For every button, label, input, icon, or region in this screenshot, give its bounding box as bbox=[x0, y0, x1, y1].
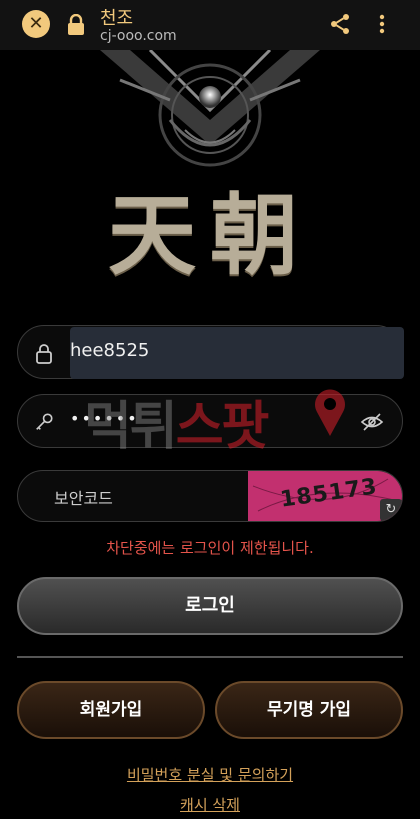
browser-top-bar: ✕ 천조 cj-ooo.com bbox=[0, 0, 420, 50]
watermark-part1: 먹튀 bbox=[84, 397, 178, 457]
captcha-input[interactable]: 보안코드 bbox=[54, 485, 113, 509]
divider bbox=[17, 656, 403, 658]
key-icon bbox=[36, 413, 53, 430]
username-field[interactable]: hee8525 bbox=[17, 325, 404, 379]
username-input[interactable]: hee8525 bbox=[70, 340, 149, 361]
share-icon[interactable] bbox=[328, 12, 352, 36]
captcha-field[interactable]: 보안코드 185173 ↻ bbox=[17, 470, 403, 522]
error-message: 차단중에는 로그인이 제한됩니다. bbox=[106, 539, 314, 557]
watermark-part2: 스팟 bbox=[175, 397, 270, 457]
signup-button[interactable]: 회원가입 bbox=[17, 681, 205, 739]
site-title: 천조 bbox=[100, 8, 134, 29]
anonymous-signup-button[interactable]: 무기명 가입 bbox=[215, 681, 403, 739]
emblem-graphic bbox=[100, 50, 320, 167]
lock-icon bbox=[68, 14, 84, 35]
forgot-password-link[interactable]: 비밀번호 분실 및 문의하기 bbox=[127, 766, 293, 784]
eye-off-icon[interactable] bbox=[360, 410, 384, 434]
refresh-icon[interactable]: ↻ bbox=[380, 499, 402, 521]
forgot-password-link-row: 비밀번호 분실 및 문의하기 bbox=[0, 764, 420, 785]
close-icon[interactable]: ✕ bbox=[22, 10, 50, 38]
watermark: 먹튀스팟 bbox=[84, 384, 270, 459]
clear-cache-link[interactable]: 캐시 삭제 bbox=[180, 796, 240, 814]
captcha-image: 185173 ↻ bbox=[248, 471, 402, 521]
login-button[interactable]: 로그인 bbox=[17, 577, 403, 635]
site-url[interactable]: cj-ooo.com bbox=[100, 28, 177, 44]
logo-text: 天朝 bbox=[107, 183, 312, 287]
lock-icon bbox=[36, 344, 52, 364]
clear-cache-link-row: 캐시 삭제 bbox=[0, 794, 420, 815]
map-pin-icon bbox=[315, 389, 345, 436]
more-vertical-icon[interactable] bbox=[372, 12, 392, 36]
